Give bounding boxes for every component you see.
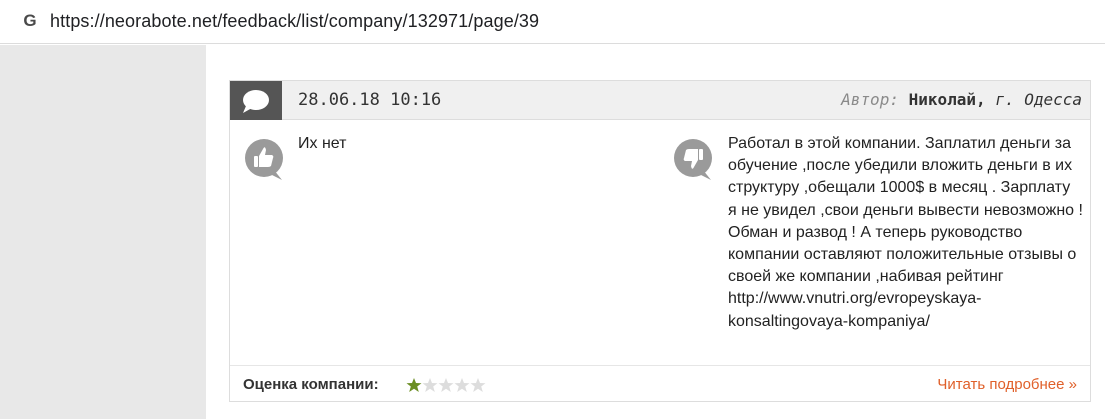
comment-badge xyxy=(230,81,282,120)
speech-bubble-icon xyxy=(243,90,269,113)
read-more-link[interactable]: Читать подробнее » xyxy=(937,375,1077,395)
address-bar[interactable]: G https://neorabote.net/feedback/list/co… xyxy=(0,0,1105,44)
review-author: Автор: Николай, г. Одесса xyxy=(841,89,1082,111)
author-city: г. Одесса xyxy=(995,90,1082,109)
author-name: Николай, xyxy=(908,90,986,109)
review-card: 28.06.18 10:16 Автор: Николай, г. Одесса… xyxy=(229,80,1091,402)
review-header: 28.06.18 10:16 Автор: Николай, г. Одесса xyxy=(230,81,1090,120)
thumbs-down-icon xyxy=(673,138,713,182)
rating-label: Оценка компании: xyxy=(243,376,379,393)
left-sidebar-background xyxy=(0,45,206,419)
star-empty-icon xyxy=(422,378,438,392)
review-cons-text: Работал в этой компании. Заплатил деньги… xyxy=(728,135,1083,330)
star-empty-icon xyxy=(438,378,454,392)
rating-stars xyxy=(406,377,486,393)
star-empty-icon xyxy=(470,378,486,392)
author-label: Автор: xyxy=(841,90,899,109)
google-g-icon: G xyxy=(23,11,37,30)
thumbs-up-icon xyxy=(244,138,284,182)
review-footer: Оценка компании: Читать подробнее » xyxy=(230,365,1090,402)
url-text[interactable]: https://neorabote.net/feedback/list/comp… xyxy=(50,8,539,34)
star-empty-icon xyxy=(454,378,470,392)
review-date: 28.06.18 10:16 xyxy=(298,90,442,110)
review-pros-text: Их нет xyxy=(298,135,347,152)
star-filled-icon xyxy=(406,378,422,392)
